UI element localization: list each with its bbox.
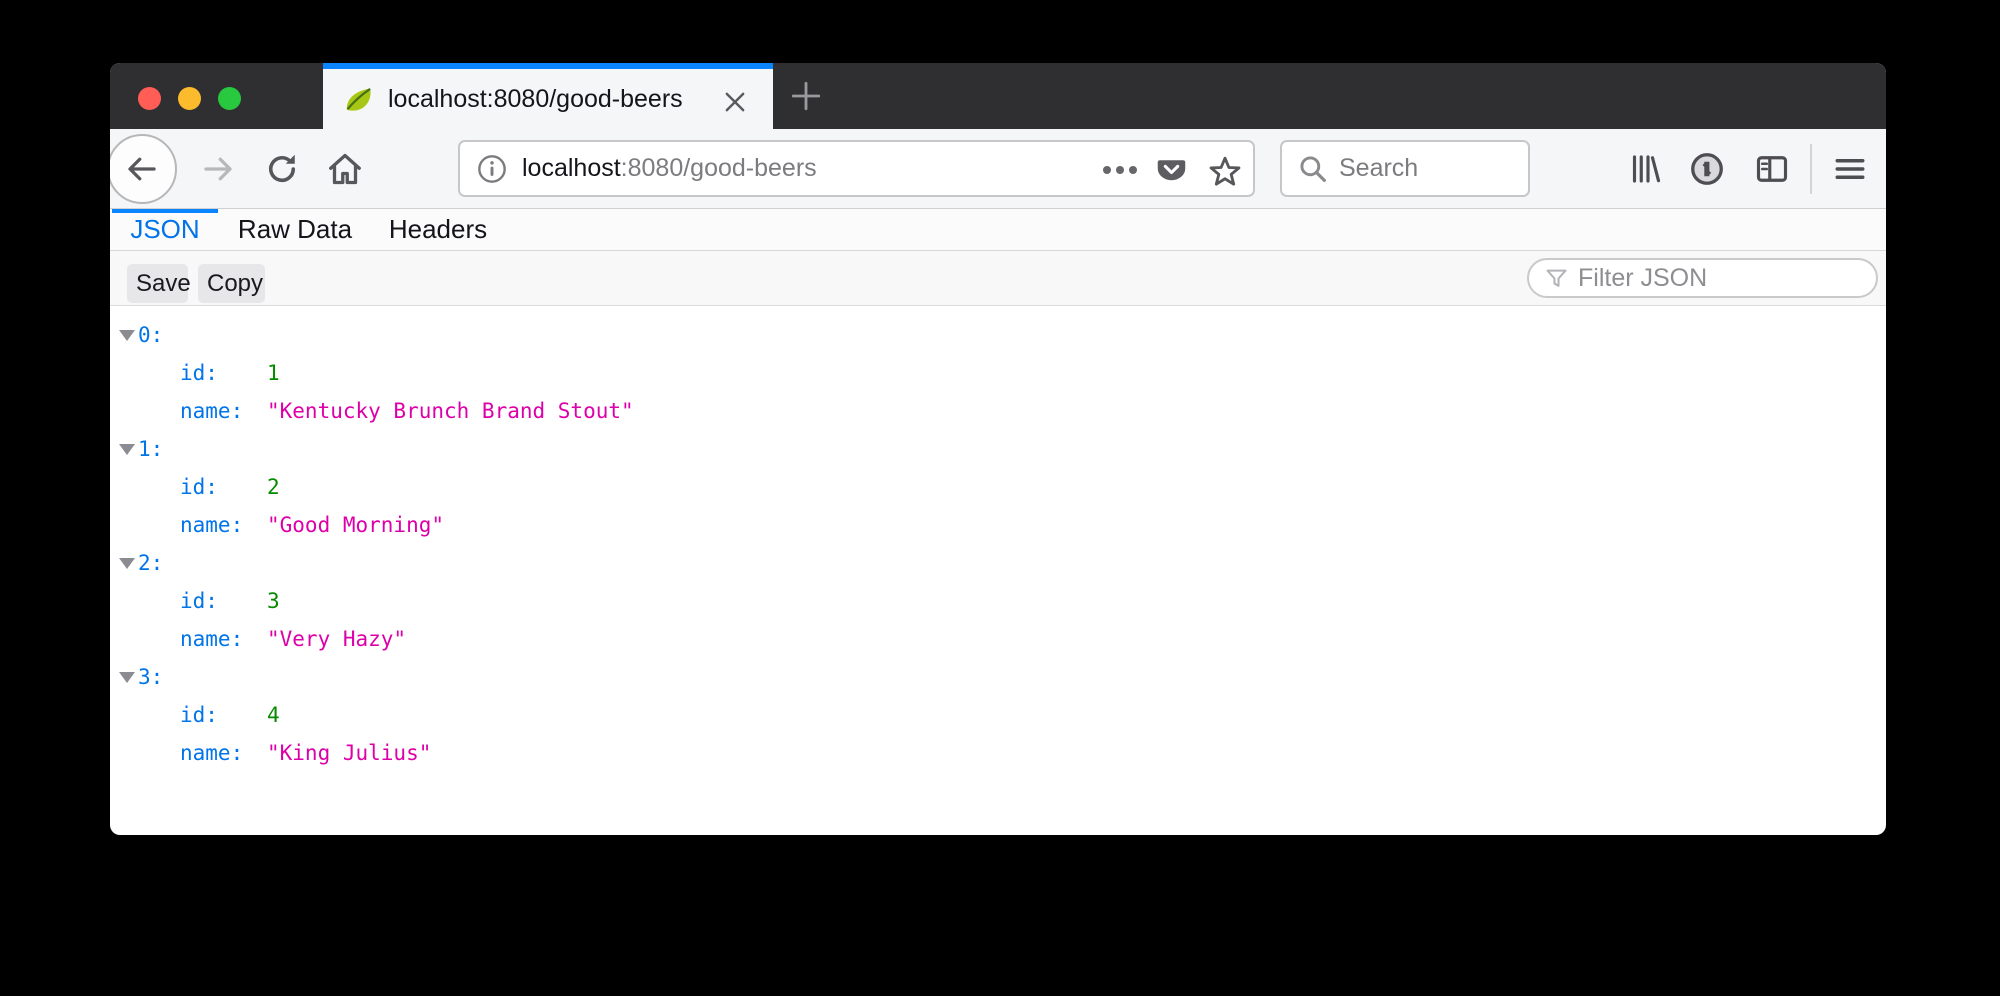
- tree-row-name[interactable]: name: "Kentucky Brunch Brand Stout": [110, 392, 1886, 430]
- search-icon: [1300, 155, 1326, 182]
- property-key: name:: [180, 513, 244, 537]
- array-index: 0:: [138, 323, 164, 347]
- tree-row-index[interactable]: 3:: [110, 658, 1886, 696]
- tree-row-name[interactable]: name: "King Julius": [110, 734, 1886, 772]
- property-value-string: "Kentucky Brunch Brand Stout": [267, 399, 634, 423]
- property-value-number: 1: [267, 361, 280, 385]
- property-value-string: "Very Hazy": [267, 627, 407, 651]
- array-index: 1:: [138, 437, 164, 461]
- tab-json[interactable]: JSON: [110, 209, 220, 250]
- back-button[interactable]: [110, 134, 177, 204]
- browser-tab[interactable]: localhost:8080/good-beers: [323, 63, 773, 129]
- save-button[interactable]: Save: [127, 264, 191, 303]
- property-value-string: "King Julius": [267, 741, 432, 765]
- search-input[interactable]: [1339, 154, 1499, 183]
- bookmark-star-icon[interactable]: [1207, 154, 1243, 190]
- property-key: name:: [180, 627, 244, 651]
- tab-headers[interactable]: Headers: [378, 209, 498, 250]
- filter-funnel-icon: [1546, 269, 1567, 287]
- back-arrow-icon: [128, 157, 156, 181]
- property-key: id:: [180, 475, 218, 499]
- filter-json-input[interactable]: [1578, 263, 1858, 293]
- property-value-number: 3: [267, 589, 280, 613]
- collapse-triangle-icon[interactable]: [119, 557, 135, 569]
- tab-close-icon[interactable]: [721, 88, 749, 116]
- browser-window: localhost:8080/good-beers localhost:8080…: [110, 63, 1886, 835]
- property-value-string: "Good Morning": [267, 513, 445, 537]
- property-key: name:: [180, 399, 244, 423]
- search-bar[interactable]: [1280, 140, 1530, 197]
- ellipsis-dot: [1129, 166, 1137, 174]
- url-bar[interactable]: localhost:8080/good-beers: [458, 140, 1255, 197]
- tab-title: localhost:8080/good-beers: [388, 84, 683, 113]
- zoom-window-button[interactable]: [218, 87, 241, 110]
- url-host: localhost: [522, 154, 621, 182]
- tab-raw-data[interactable]: Raw Data: [230, 209, 360, 250]
- tree-row-index[interactable]: 2:: [110, 544, 1886, 582]
- array-index: 2:: [138, 551, 164, 575]
- array-index: 3:: [138, 665, 164, 689]
- ellipsis-dot: [1103, 166, 1111, 174]
- new-tab-button[interactable]: [789, 79, 823, 113]
- close-window-button[interactable]: [138, 87, 161, 110]
- json-viewer-tabs: JSON Raw Data Headers: [110, 209, 1886, 251]
- traffic-lights: [138, 87, 241, 110]
- hamburger-menu-icon[interactable]: [1832, 151, 1868, 187]
- refresh-button[interactable]: [264, 151, 300, 187]
- json-tree: 0: id: 1 name: "Kentucky Brunch Brand St…: [110, 306, 1886, 772]
- home-button[interactable]: [327, 151, 363, 187]
- filter-json-box[interactable]: [1527, 258, 1878, 298]
- toolbar-divider: [1810, 144, 1812, 194]
- page-actions-button[interactable]: [1103, 166, 1137, 174]
- property-key: id:: [180, 703, 218, 727]
- pocket-icon[interactable]: [1155, 154, 1188, 187]
- url-path: :8080/good-beers: [620, 154, 817, 182]
- navigation-toolbar: localhost:8080/good-beers: [110, 129, 1886, 209]
- site-info-icon[interactable]: [476, 153, 508, 185]
- tree-row-name[interactable]: name: "Very Hazy": [110, 620, 1886, 658]
- spring-leaf-icon: [346, 87, 371, 111]
- copy-button[interactable]: Copy: [198, 264, 265, 303]
- tree-row-id[interactable]: id: 2: [110, 468, 1886, 506]
- collapse-triangle-icon[interactable]: [119, 329, 135, 341]
- tree-row-id[interactable]: id: 1: [110, 354, 1886, 392]
- tree-row-index[interactable]: 0:: [110, 316, 1886, 354]
- tree-row-id[interactable]: id: 4: [110, 696, 1886, 734]
- property-value-number: 2: [267, 475, 280, 499]
- tree-row-id[interactable]: id: 3: [110, 582, 1886, 620]
- tab-bar: localhost:8080/good-beers: [110, 63, 1886, 129]
- onepassword-icon[interactable]: [1689, 151, 1725, 187]
- collapse-triangle-icon[interactable]: [119, 443, 135, 455]
- ellipsis-dot: [1116, 166, 1124, 174]
- property-key: id:: [180, 361, 218, 385]
- library-icon[interactable]: [1627, 151, 1663, 187]
- url-text[interactable]: localhost:8080/good-beers: [522, 154, 817, 183]
- property-value-number: 4: [267, 703, 280, 727]
- collapse-triangle-icon[interactable]: [119, 671, 135, 683]
- tree-row-name[interactable]: name: "Good Morning": [110, 506, 1886, 544]
- forward-button[interactable]: [200, 151, 236, 187]
- json-toolbar: Save Copy: [110, 251, 1886, 306]
- tree-row-index[interactable]: 1:: [110, 430, 1886, 468]
- property-key: name:: [180, 741, 244, 765]
- minimize-window-button[interactable]: [178, 87, 201, 110]
- property-key: id:: [180, 589, 218, 613]
- sidebar-icon[interactable]: [1754, 151, 1790, 187]
